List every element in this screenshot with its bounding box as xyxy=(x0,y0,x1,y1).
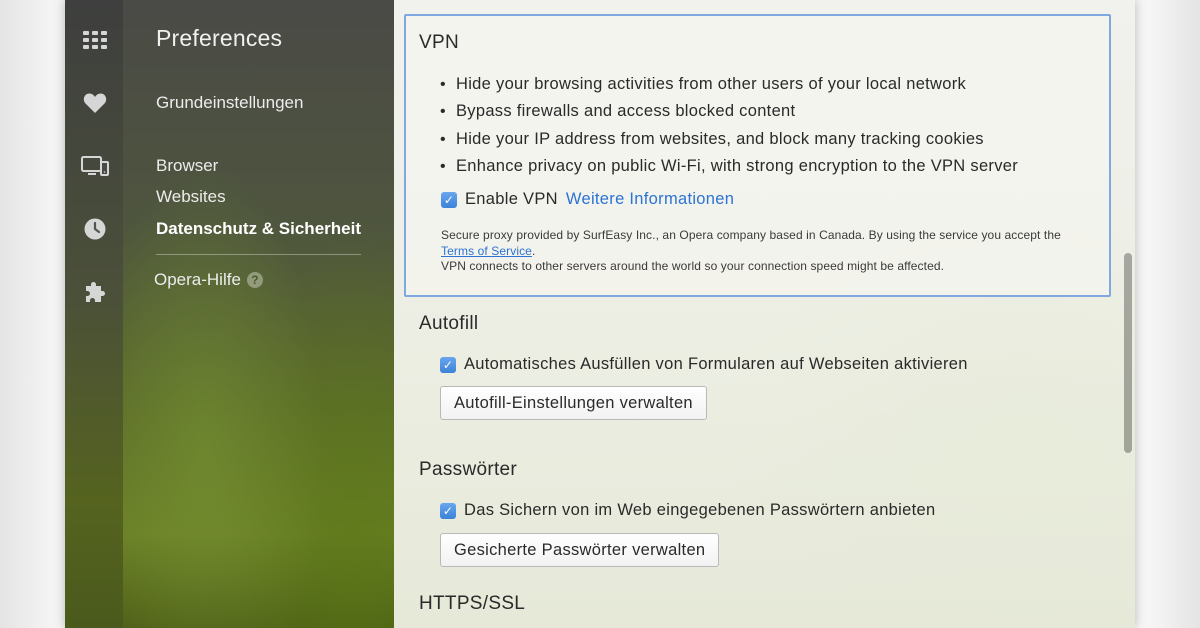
enable-vpn-row: ✓ Enable VPN Weitere Informationen xyxy=(441,190,734,209)
autofill-checkbox[interactable]: ✓ xyxy=(440,356,456,373)
passwords-row: ✓ Das Sichern von im Web eingegebenen Pa… xyxy=(440,501,935,520)
sidebar-item-privacy-security[interactable]: Datenschutz & Sicherheit xyxy=(156,219,361,239)
https-section-title: HTTPS/SSL xyxy=(419,593,526,614)
speed-dial-icon[interactable] xyxy=(80,25,110,55)
list-item: Bypass firewalls and access blocked cont… xyxy=(456,98,1018,125)
list-item: Hide your browsing activities from other… xyxy=(456,71,1018,98)
history-icon[interactable] xyxy=(80,214,110,244)
enable-vpn-label[interactable]: Enable VPN xyxy=(465,190,558,209)
devices-icon[interactable] xyxy=(80,152,110,182)
settings-content: VPN Hide your browsing activities from o… xyxy=(394,0,1135,628)
vpn-disclaimer-period: . xyxy=(531,243,536,258)
scrollbar-thumb[interactable] xyxy=(1124,253,1132,453)
preferences-sidebar: Preferences Grundeinstellungen Browser W… xyxy=(123,0,394,628)
sidebar-item-opera-help[interactable]: Opera-Hilfe? xyxy=(154,270,263,290)
terms-of-service-link[interactable]: Terms of Service xyxy=(441,244,532,258)
heart-icon[interactable] xyxy=(80,88,110,118)
opera-help-label: Opera-Hilfe xyxy=(154,270,241,289)
vpn-speed-note: VPN connects to other servers around the… xyxy=(441,259,945,273)
autofill-section-title: Autofill xyxy=(419,313,479,334)
help-question-icon: ? xyxy=(246,272,263,288)
sidebar-item-grundeinstellungen[interactable]: Grundeinstellungen xyxy=(156,93,303,113)
vpn-section: VPN Hide your browsing activities from o… xyxy=(404,14,1111,297)
manage-autofill-button[interactable]: Autofill-Einstellungen verwalten xyxy=(440,386,707,420)
sidebar-divider xyxy=(156,254,361,255)
scrollbar[interactable] xyxy=(1122,0,1134,628)
vpn-benefits-list: Hide your browsing activities from other… xyxy=(456,71,1018,180)
save-passwords-label[interactable]: Das Sichern von im Web eingegebenen Pass… xyxy=(464,501,935,520)
autofill-row: ✓ Automatisches Ausfüllen von Formularen… xyxy=(440,355,968,374)
sidebar-item-browser[interactable]: Browser xyxy=(156,156,218,176)
manage-passwords-button[interactable]: Gesicherte Passwörter verwalten xyxy=(440,533,720,567)
list-item: Hide your IP address from websites, and … xyxy=(456,126,1018,153)
vpn-disclaimer: Secure proxy provided by SurfEasy Inc., … xyxy=(441,228,1101,275)
sidebar-item-websites[interactable]: Websites xyxy=(156,187,226,207)
vpn-section-title: VPN xyxy=(419,32,459,53)
preferences-title: Preferences xyxy=(156,25,283,51)
more-info-link[interactable]: Weitere Informationen xyxy=(566,190,734,209)
passwords-section-title: Passwörter xyxy=(419,459,518,480)
sidebar-icon-rail xyxy=(65,0,123,628)
enable-vpn-checkbox[interactable]: ✓ xyxy=(441,191,457,208)
save-passwords-checkbox[interactable]: ✓ xyxy=(440,502,456,519)
extensions-icon[interactable] xyxy=(80,277,110,307)
vpn-disclaimer-text: Secure proxy provided by SurfEasy Inc., … xyxy=(441,228,1061,242)
list-item: Enhance privacy on public Wi-Fi, with st… xyxy=(456,153,1018,180)
autofill-checkbox-label[interactable]: Automatisches Ausfüllen von Formularen a… xyxy=(464,355,968,374)
preferences-window: Preferences Grundeinstellungen Browser W… xyxy=(65,0,1135,628)
